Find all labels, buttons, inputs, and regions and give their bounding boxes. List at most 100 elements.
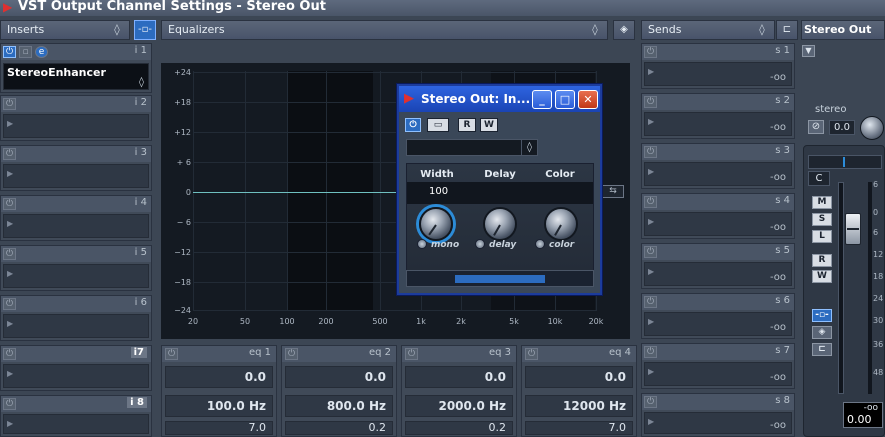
insert-2-plugin-field[interactable]: ▶: [3, 114, 149, 138]
send-7-power-icon[interactable]: ⏻: [644, 346, 657, 358]
send-6-power-icon[interactable]: ⏻: [644, 296, 657, 308]
insert-6-plugin-field[interactable]: ▶: [3, 314, 149, 338]
insert-slot-4[interactable]: ⏻ i 4 ▶: [0, 195, 152, 241]
send-slot-4[interactable]: ⏻ s 4 ▶ -oo: [641, 193, 795, 239]
delay-switch[interactable]: delay: [475, 239, 516, 250]
send-slot-7[interactable]: ⏻ s 7 ▶ -oo: [641, 343, 795, 389]
eq-3-gain-field[interactable]: 0.0: [405, 366, 513, 388]
eq-2-freq-field[interactable]: 800.0 Hz: [285, 395, 393, 417]
color-switch[interactable]: color: [535, 239, 574, 250]
insert-4-power-icon[interactable]: ⏻: [3, 198, 16, 210]
send-slot-1[interactable]: ⏻ s 1 ▶ -oo: [641, 43, 795, 89]
pan-knob[interactable]: [860, 116, 884, 140]
minimize-button[interactable]: _: [532, 90, 552, 109]
insert-3-plugin-field[interactable]: ▶: [3, 164, 149, 188]
insert-6-power-icon[interactable]: ⏻: [3, 298, 16, 310]
send-slot-8[interactable]: ⏻ s 8 ▶ -oo: [641, 393, 795, 437]
equalizers-menu-diamond-icon[interactable]: ◊: [589, 24, 601, 36]
equalizers-header[interactable]: Equalizers ◊: [161, 20, 608, 40]
send-7-field[interactable]: ▶ -oo: [644, 362, 792, 386]
solo-button[interactable]: S: [812, 213, 832, 226]
eq-4-freq-field[interactable]: 12000 Hz: [525, 395, 633, 417]
width-knob[interactable]: [419, 207, 453, 241]
send-3-field[interactable]: ▶ -oo: [644, 162, 792, 186]
pan-bypass-icon[interactable]: ⊘: [808, 120, 824, 134]
insert-slot-2[interactable]: ⏻ i 2 ▶: [0, 95, 152, 141]
insert-1-plugin-field[interactable]: StereoEnhancer ◊: [3, 63, 149, 90]
eq-1-power-icon[interactable]: ⏻: [165, 348, 178, 360]
sends-header[interactable]: Sends ◊: [641, 20, 775, 40]
send-6-field[interactable]: ▶ -oo: [644, 312, 792, 336]
sends-menu-diamond-icon[interactable]: ◊: [756, 24, 768, 36]
send-3-power-icon[interactable]: ⏻: [644, 146, 657, 158]
inserts-menu-diamond-icon[interactable]: ◊: [111, 24, 123, 36]
color-knob[interactable]: [544, 207, 578, 241]
eq-2-power-icon[interactable]: ⏻: [285, 348, 298, 360]
chevron-down-icon[interactable]: ▼: [802, 45, 815, 57]
insert-4-plugin-field[interactable]: ▶: [3, 214, 149, 238]
eq-state-button[interactable]: ◈: [812, 326, 832, 339]
inserts-bypass-button[interactable]: -▫-: [134, 20, 156, 40]
plugin-read-button[interactable]: R: [458, 118, 476, 132]
eq-3-freq-field[interactable]: 2000.0 Hz: [405, 395, 513, 417]
plugin-bypass-button[interactable]: ▭: [427, 118, 449, 132]
pan-slider-handle[interactable]: [843, 157, 845, 167]
pan-value-field[interactable]: 0.0: [829, 120, 855, 135]
send-slot-2[interactable]: ⏻ s 2 ▶ -oo: [641, 93, 795, 139]
inserts-state-button[interactable]: -▫-: [812, 309, 832, 322]
level-readout[interactable]: -oo 0.00: [843, 402, 883, 428]
insert-5-plugin-field[interactable]: ▶: [3, 264, 149, 288]
write-automation-button[interactable]: W: [812, 270, 832, 283]
insert-8-plugin-field[interactable]: ▶: [3, 414, 149, 434]
mono-switch[interactable]: mono: [417, 239, 459, 250]
listen-button[interactable]: L: [812, 230, 832, 243]
read-automation-button[interactable]: R: [812, 254, 832, 267]
insert-1-menu-diamond-icon[interactable]: ◊: [139, 77, 144, 88]
insert-slot-1[interactable]: ⏻ ▫ e i 1 StereoEnhancer ◊: [0, 43, 152, 93]
eq-4-gain-field[interactable]: 0.0: [525, 366, 633, 388]
insert-7-plugin-field[interactable]: ▶: [3, 364, 149, 388]
sends-state-button[interactable]: ⊏: [812, 343, 832, 356]
send-slot-6[interactable]: ⏻ s 6 ▶ -oo: [641, 293, 795, 339]
insert-5-power-icon[interactable]: ⏻: [3, 248, 16, 260]
volume-fader-handle[interactable]: [845, 213, 861, 245]
inserts-header[interactable]: Inserts ◊: [0, 20, 130, 40]
send-8-power-icon[interactable]: ⏻: [644, 396, 657, 408]
eq-1-gain-field[interactable]: 0.0: [165, 366, 273, 388]
maximize-button[interactable]: □: [555, 90, 575, 109]
eq-link-icon[interactable]: ⇆: [602, 185, 624, 198]
insert-slot-3[interactable]: ⏻ i 3 ▶: [0, 145, 152, 191]
fader-track[interactable]: [838, 182, 844, 394]
eq-1-q-field[interactable]: 7.0: [165, 421, 273, 435]
send-2-power-icon[interactable]: ⏻: [644, 96, 657, 108]
insert-1-edit-icon[interactable]: ▫: [19, 46, 32, 58]
plugin-power-button[interactable]: ⏻: [405, 118, 421, 132]
eq-4-q-field[interactable]: 7.0: [525, 421, 633, 435]
send-8-field[interactable]: ▶ -oo: [644, 412, 792, 434]
eq-2-q-field[interactable]: 0.2: [285, 421, 393, 435]
send-5-field[interactable]: ▶ -oo: [644, 262, 792, 286]
insert-1-e-icon[interactable]: e: [35, 46, 48, 58]
insert-slot-5[interactable]: ⏻ i 5 ▶: [0, 245, 152, 291]
send-1-power-icon[interactable]: ⏻: [644, 46, 657, 58]
eq-4-power-icon[interactable]: ⏻: [525, 348, 538, 360]
delay-knob[interactable]: [483, 207, 517, 241]
send-5-power-icon[interactable]: ⏻: [644, 246, 657, 258]
channel-name[interactable]: Stereo Out: [801, 20, 885, 40]
insert-8-power-icon[interactable]: ⏻: [3, 398, 16, 410]
send-slot-3[interactable]: ⏻ s 3 ▶ -oo: [641, 143, 795, 189]
send-4-power-icon[interactable]: ⏻: [644, 196, 657, 208]
eq-2-gain-field[interactable]: 0.0: [285, 366, 393, 388]
send-2-field[interactable]: ▶ -oo: [644, 112, 792, 136]
insert-slot-6[interactable]: ⏻ i 6 ▶: [0, 295, 152, 341]
send-4-field[interactable]: ▶ -oo: [644, 212, 792, 236]
insert-slot-8[interactable]: ⏻ i 8 ▶: [0, 395, 152, 437]
eq-bypass-button[interactable]: ◈: [613, 20, 635, 40]
preset-menu-diamond-icon[interactable]: ◊: [521, 139, 538, 156]
close-button[interactable]: ✕: [578, 90, 598, 109]
pan-slider[interactable]: [808, 155, 882, 169]
mute-button[interactable]: M: [812, 196, 832, 209]
preset-selector[interactable]: [406, 139, 538, 156]
eq-1-freq-field[interactable]: 100.0 Hz: [165, 395, 273, 417]
insert-7-power-icon[interactable]: ⏻: [3, 348, 16, 360]
